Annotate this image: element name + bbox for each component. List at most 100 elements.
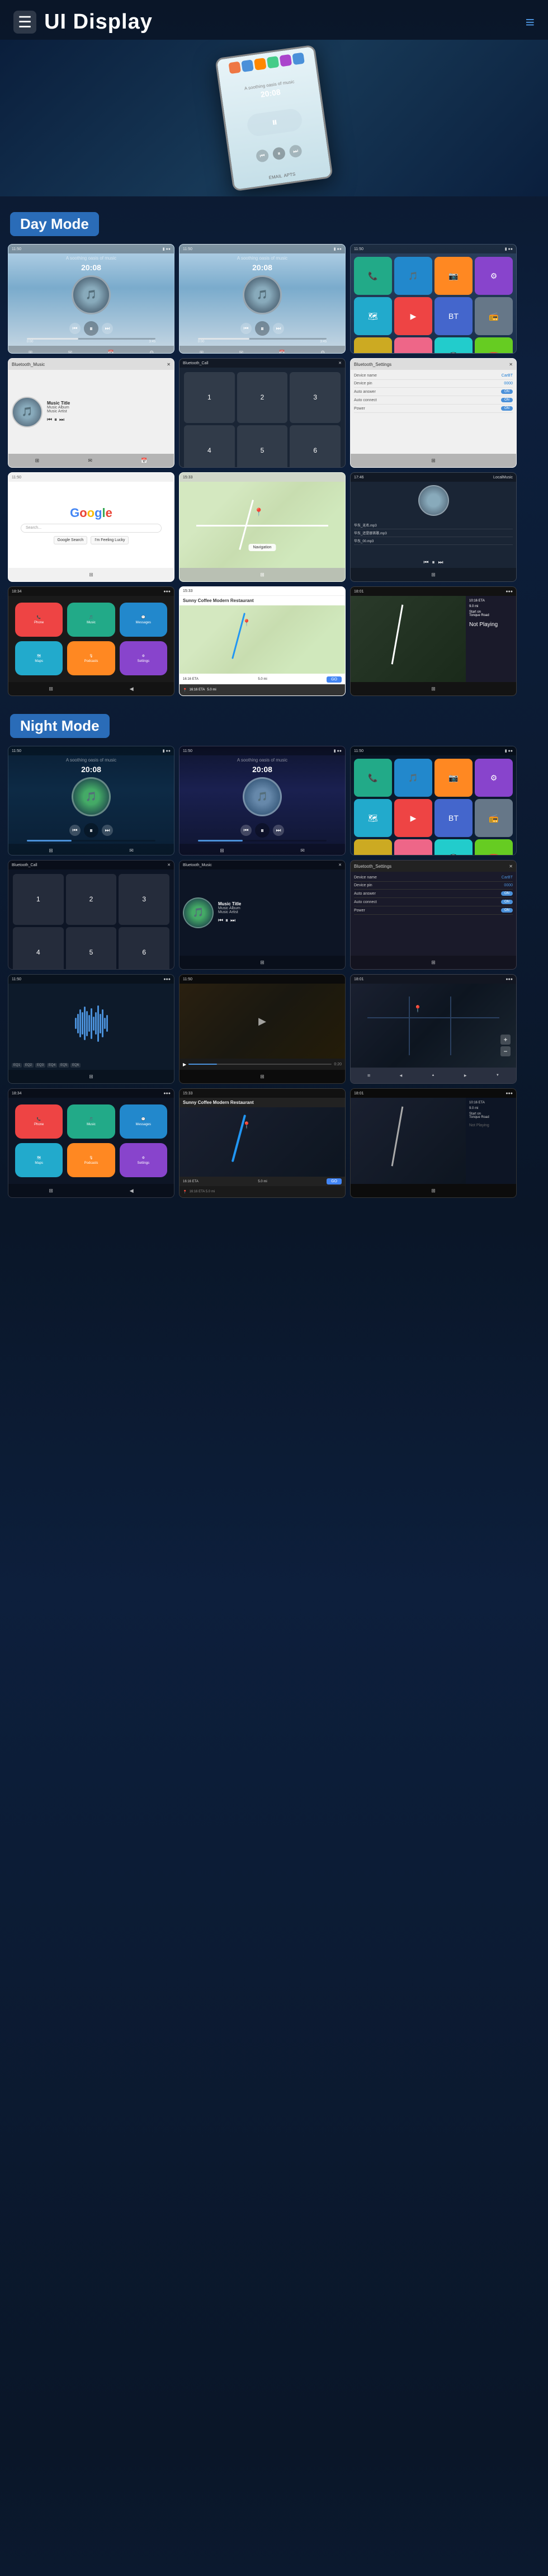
app-radio[interactable]: 📻 [475,799,513,837]
app-bt[interactable]: BT [434,297,473,335]
nav-icon[interactable]: ⊞ [431,572,436,578]
app-news[interactable]: 📰 [354,839,392,855]
map-control-4[interactable]: ▶ [464,1074,467,1078]
email-icon[interactable]: ✉ [239,350,244,354]
google-search-bar[interactable]: Search... [21,524,162,533]
prev-track-button[interactable]: ⏮ [69,825,81,836]
carplay-music-app[interactable]: 🎵 Music [67,603,115,637]
close-icon[interactable]: ✕ [509,864,513,869]
nav-icon[interactable]: ⊞ [49,848,53,854]
waveform-btn-5[interactable]: EQ5 [59,1063,69,1068]
google-search-button[interactable]: Google Search [54,536,88,544]
nav-icon[interactable]: ⊞ [260,572,264,578]
app-chat[interactable]: 💬 [434,839,473,855]
map-control-2[interactable]: ◀ [400,1074,403,1078]
app-phone[interactable]: 📞 [354,759,392,797]
map-control-3[interactable]: ▲ [432,1074,435,1077]
email-icon[interactable]: ✉ [300,848,305,854]
key-1[interactable]: 1 [13,874,64,925]
app-bt[interactable]: BT [434,799,473,837]
apts-icon[interactable]: 📅 [141,458,147,464]
carplay-phone-app[interactable]: 📞 Phone [15,1104,63,1139]
prev-track-button[interactable]: ⏮ [69,323,81,334]
app-music[interactable]: 🎵 [394,257,432,295]
nav-icon[interactable]: ⊞ [29,350,33,354]
power-toggle[interactable]: ON [501,908,513,913]
waveform-btn-6[interactable]: EQ6 [70,1063,81,1068]
music-file-2[interactable]: 华东_还是那首歌.mp3 [354,529,513,537]
waveform-btn-4[interactable]: EQ4 [47,1063,57,1068]
app-video[interactable]: ▶ [394,799,432,837]
go-button[interactable]: GO [327,1178,342,1184]
video-progress-bar[interactable] [188,1064,332,1065]
app-photos[interactable]: 📷 [434,759,473,797]
local-prev-button[interactable]: ⏮ [424,560,429,566]
zoom-out-button[interactable]: − [500,1046,511,1056]
back-icon[interactable]: ◀ [130,686,134,692]
music-file-1[interactable]: 华东_无名.mp3 [354,521,513,529]
menu-icon[interactable]: ☰ [13,11,36,34]
key-3[interactable]: 3 [119,874,169,925]
waveform-btn-1[interactable]: EQ1 [12,1063,22,1068]
app-calendar[interactable]: 📅 [475,839,513,855]
app-music[interactable]: 🎵 [394,759,432,797]
nav-icon[interactable]: ⊞ [200,350,204,354]
app-calendar[interactable]: 📅 [475,337,513,354]
email-icon[interactable]: ✉ [68,350,73,354]
app-settings[interactable]: ⚙ [475,257,513,295]
play-pause-button[interactable]: ⏸ [255,321,270,336]
app-weather[interactable]: ☁ [394,337,432,354]
nav-icon[interactable]: ⊞ [35,458,40,464]
local-next-button[interactable]: ⏭ [438,560,443,566]
app-maps[interactable]: 🗺 [354,297,392,335]
power-toggle[interactable]: ON [501,406,513,411]
key-6[interactable]: 6 [119,927,169,970]
prev-track-button[interactable]: ⏮ [240,323,252,334]
bt-next-button[interactable]: ⏭ [230,918,235,924]
bt-play-button[interactable]: ⏸ [225,918,228,924]
nav-icon[interactable]: ⊞ [260,1074,264,1080]
app-radio[interactable]: 📻 [475,297,513,335]
video-play-button[interactable]: ▶ [183,1062,186,1067]
close-icon[interactable]: ✕ [167,863,171,867]
next-track-button[interactable]: ⏭ [273,825,284,836]
bt-play-button[interactable]: ⏸ [54,417,57,423]
play-pause-button[interactable]: ⏸ [84,321,98,336]
carplay-settings-app[interactable]: ⚙ Settings [120,641,167,675]
app-chat[interactable]: 💬 [434,337,473,354]
nav-icon[interactable]: ⊞ [220,848,224,854]
carplay-podcast-app[interactable]: 🎙 Podcasts [67,641,115,675]
nav-icon[interactable]: ⊞ [431,686,436,692]
next-track-button[interactable]: ⏭ [102,323,113,334]
nav-icon[interactable]: ⊞ [89,572,93,578]
play-pause-button[interactable]: ⏸ [84,823,98,838]
next-button[interactable]: ⏭ [289,144,303,158]
home-icon[interactable]: ⊞ [49,1188,53,1194]
next-track-button[interactable]: ⏭ [273,323,284,334]
progress-bar[interactable] [198,840,327,842]
nav-icon[interactable]: ⊞ [89,1074,93,1080]
auto-connect-toggle[interactable]: ON [501,398,513,402]
carplay-music-app[interactable]: 🎵 Music [67,1104,115,1139]
more-icon[interactable]: ≡ [526,13,535,31]
app-phone[interactable]: 📞 [354,257,392,295]
waveform-btn-2[interactable]: EQ2 [23,1063,34,1068]
key-6[interactable]: 6 [290,425,341,468]
app-settings[interactable]: ⚙ [475,759,513,797]
close-icon[interactable]: ✕ [338,863,342,867]
prev-button[interactable]: ⏮ [256,149,270,163]
carplay-maps-app[interactable]: 🗺 Maps [15,641,63,675]
close-icon[interactable]: ✕ [509,362,513,367]
settings-icon[interactable]: ⚙ [320,350,325,354]
play-button[interactable]: ⏸ [272,147,286,161]
map-control-5[interactable]: ▼ [496,1074,499,1077]
carplay-podcast-app[interactable]: 🎙 Podcasts [67,1143,115,1177]
carplay-messages-app[interactable]: 💬 Messages [120,603,167,637]
music-file-3[interactable]: 华东_00.mp3 [354,537,513,545]
bt-close-icon[interactable]: ✕ [167,362,171,367]
app-news[interactable]: 📰 [354,337,392,354]
nav-icon[interactable]: ⊞ [431,458,436,464]
progress-bar[interactable] [198,338,327,340]
home-icon[interactable]: ⊞ [49,686,53,692]
key-4[interactable]: 4 [184,425,235,468]
